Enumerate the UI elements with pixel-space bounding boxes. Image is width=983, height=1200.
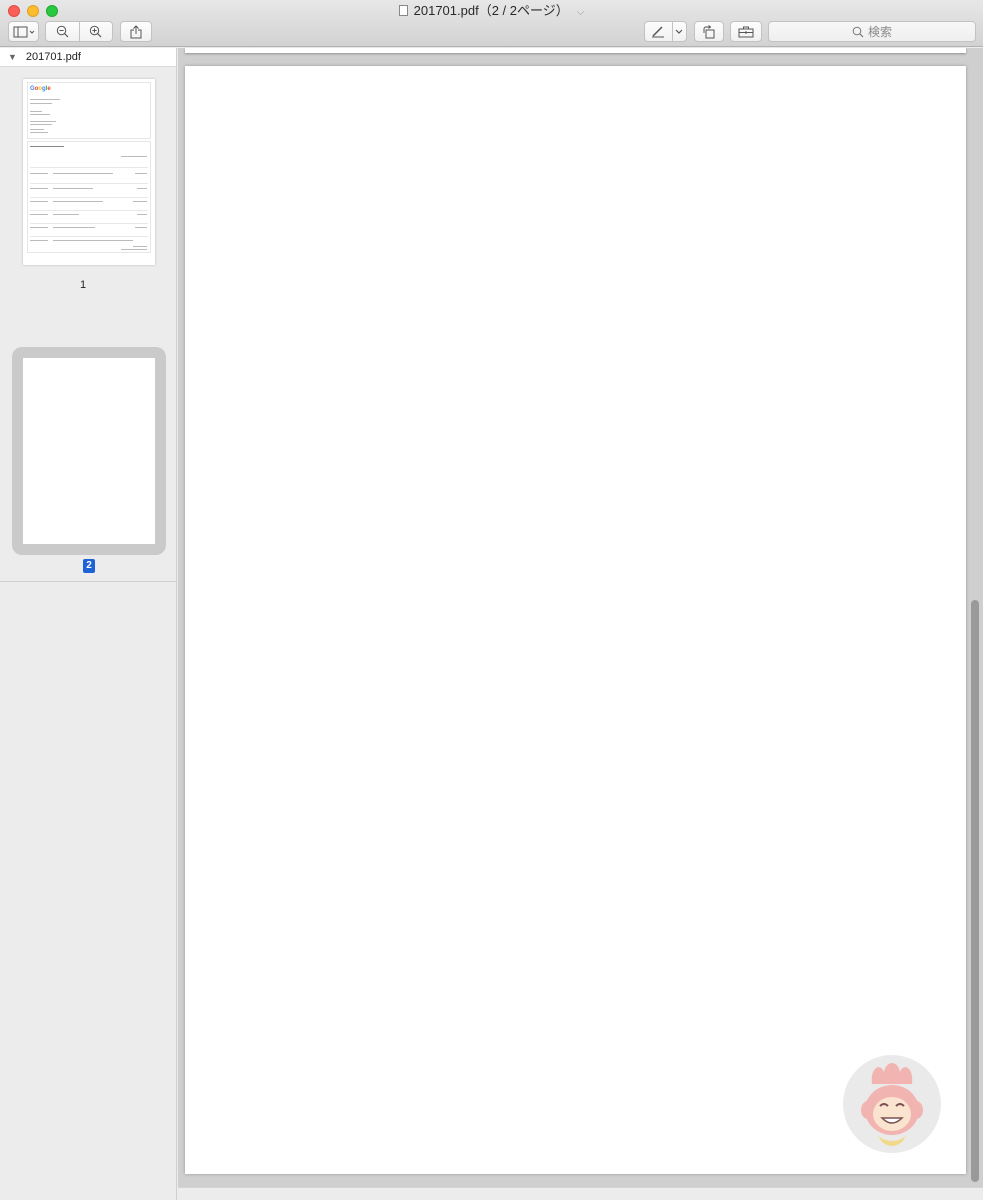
share-button[interactable] <box>120 21 152 42</box>
chevron-down-icon: ⌵ <box>576 7 585 18</box>
markup-menu-button[interactable] <box>673 29 686 35</box>
bottom-strip <box>178 1187 983 1200</box>
page-1-bottom-edge <box>185 48 966 53</box>
chevron-down-icon <box>675 29 683 34</box>
zoom-out-icon <box>56 25 69 38</box>
zoom-in-icon <box>90 25 102 38</box>
toolbox-icon <box>738 26 754 37</box>
monkey-watermark-icon <box>843 1055 941 1153</box>
page-thumbnail-2-selected[interactable] <box>12 347 166 555</box>
zoom-out-button[interactable] <box>46 25 79 38</box>
disclosure-triangle-icon[interactable]: ▼ <box>8 52 17 62</box>
document-icon <box>398 5 408 16</box>
sidebar-toggle-button[interactable] <box>8 21 39 42</box>
page-label-1: 1 <box>80 279 87 291</box>
share-icon <box>130 24 142 38</box>
rotate-button[interactable] <box>694 21 724 42</box>
search-field[interactable]: 検索 <box>768 21 976 42</box>
page-thumbnail-1[interactable]: Google <box>23 79 155 265</box>
vertical-scrollbar[interactable] <box>971 600 979 1182</box>
rotate-icon <box>703 24 715 38</box>
page-label-2-selected: 2 <box>83 559 95 573</box>
document-view[interactable] <box>178 48 983 1200</box>
sidebar-file-name: 201701.pdf <box>25 51 81 63</box>
pdf-page-2[interactable] <box>185 66 966 1174</box>
page-thumbnail-2[interactable] <box>23 358 155 544</box>
sidebar-divider <box>0 581 177 582</box>
zoom-in-button[interactable] <box>79 25 112 38</box>
markup-button-group <box>644 21 687 42</box>
window-title[interactable]: 201701.pdf（2 / 2ページ） ⌵ <box>0 2 983 22</box>
window-title-text: 201701.pdf（2 / 2ページ） <box>413 3 569 18</box>
thumbnail-header-box <box>27 82 151 139</box>
title-bar: 201701.pdf（2 / 2ページ） ⌵ 検索 <box>0 0 983 47</box>
sidebar-toggle-icon <box>13 26 34 37</box>
sidebar-file-header[interactable]: ▼ 201701.pdf <box>0 48 176 67</box>
thumbnail-sidebar: ▼ 201701.pdf Google 1 2 <box>0 48 177 1200</box>
zoom-button-group <box>45 21 113 42</box>
search-icon <box>852 26 864 37</box>
search-placeholder: 検索 <box>867 25 892 39</box>
toolbox-button[interactable] <box>730 21 762 42</box>
markup-button[interactable] <box>645 25 672 38</box>
markup-pen-icon <box>652 25 665 37</box>
